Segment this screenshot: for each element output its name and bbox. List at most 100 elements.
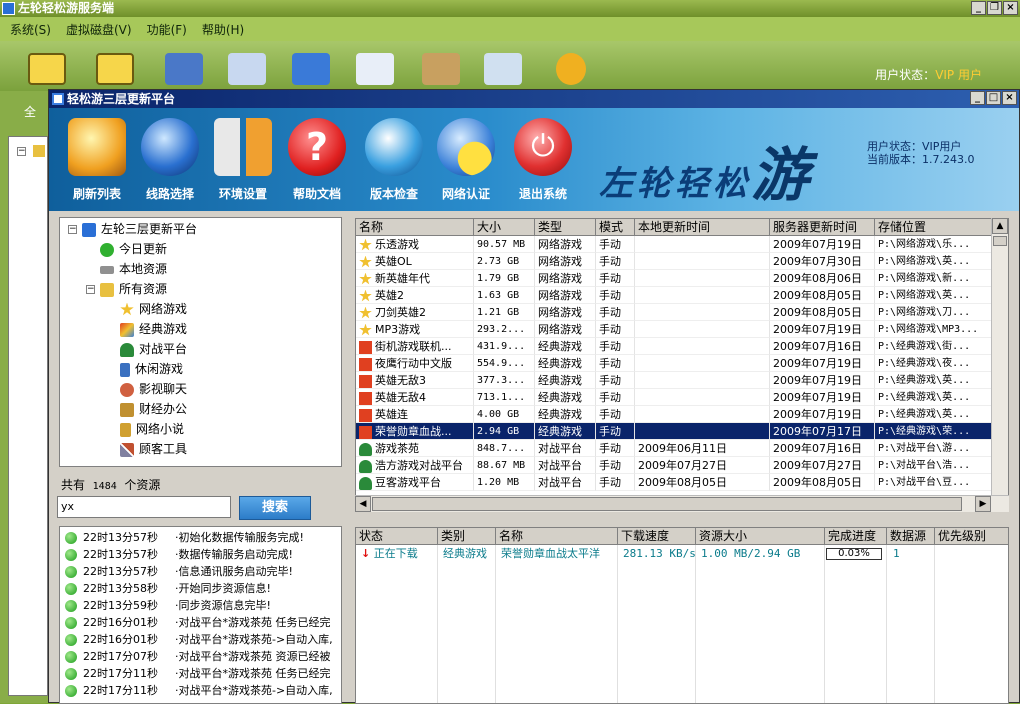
cell-text: P:\经典游戏\荣... <box>878 426 971 437</box>
tree-item-battle-platform[interactable]: 对战平台 <box>120 339 187 359</box>
tree-item-casual-games[interactable]: 休闲游戏 <box>120 359 183 379</box>
table-row[interactable]: 刀剑英雄2 1.21 GB 网络游戏 手动 2009年08月05日 P:\网络游戏\刀..… <box>356 304 993 321</box>
dl-status[interactable]: ↓ 正在下载 <box>358 546 418 562</box>
table-row[interactable]: 荣誉勋章血战... 2.94 GB 经典游戏 手动 2009年07月17日 P:\经典游戏… <box>356 423 993 440</box>
col-header-path[interactable]: 存储位置 <box>875 219 993 236</box>
dl-header-size[interactable]: 资源大小 <box>696 528 825 545</box>
search-button[interactable]: 搜索 <box>239 496 311 520</box>
network-icon[interactable] <box>484 53 522 85</box>
dl-header-name[interactable]: 名称 <box>496 528 618 545</box>
checklist-icon[interactable] <box>356 53 394 85</box>
col-header-size[interactable]: 大小 <box>474 219 535 236</box>
all-resources-expander[interactable]: − <box>86 285 95 294</box>
cell-text: 网络游戏 <box>538 289 582 302</box>
tree-root-expander[interactable]: − <box>68 225 77 234</box>
menu-help[interactable]: 帮助(H) <box>202 21 244 38</box>
scroll-up-icon[interactable]: ▲ <box>992 218 1008 234</box>
log-time: 22时17分11秒 <box>83 667 158 680</box>
dl-column-divider <box>438 545 496 703</box>
restart-icon[interactable] <box>96 53 134 85</box>
table-row[interactable]: 乐透游戏 90.57 MB 网络游戏 手动 2009年07月19日 P:\网络游戏\乐..… <box>356 236 993 253</box>
col-header-local-time[interactable]: 本地更新时间 <box>635 219 770 236</box>
tree-item-web-novels[interactable]: 网络小说 <box>120 419 184 439</box>
tree-item-classic-games[interactable]: 经典游戏 <box>120 319 187 339</box>
col-header-server-time[interactable]: 服务器更新时间 <box>770 219 875 236</box>
power-icon[interactable] <box>28 53 66 85</box>
menu-system[interactable]: 系统(S) <box>10 21 51 38</box>
restore-button[interactable]: ❐ <box>987 1 1002 15</box>
menu-virtual-disk[interactable]: 虚拟磁盘(V) <box>66 21 132 38</box>
search-input[interactable]: yx <box>57 496 231 518</box>
help-docs-button[interactable]: ? 帮助文档 <box>281 112 353 208</box>
status-ok-icon <box>65 583 77 595</box>
table-row[interactable]: 英雄无敌3 377.3... 经典游戏 手动 2009年07月19日 P:\经典游戏\英.… <box>356 372 993 389</box>
dl-header-sources[interactable]: 数据源 <box>887 528 935 545</box>
horizontal-scroll-thumb[interactable] <box>372 497 962 511</box>
col-header-mode[interactable]: 模式 <box>596 219 635 236</box>
grid-vertical-scrollbar[interactable]: ▲ <box>991 218 1008 495</box>
environment-settings-button[interactable]: 环境设置 <box>207 112 279 208</box>
cell-name: 豆客游戏平台 <box>356 474 474 491</box>
minimize-button[interactable]: _ <box>971 1 986 15</box>
dl-header-speed[interactable]: 下载速度 <box>618 528 696 545</box>
tree-item-finance-office[interactable]: 财经办公 <box>120 399 187 419</box>
dl-header-progress[interactable]: 完成进度 <box>825 528 887 545</box>
tree-root[interactable]: 左轮三层更新平台 <box>82 219 197 239</box>
outer-left-tab[interactable]: 全 <box>24 103 36 120</box>
users-icon <box>359 442 372 456</box>
table-row[interactable]: 英雄连 4.00 GB 经典游戏 手动 2009年07月19日 P:\经典游戏\英... <box>356 406 993 423</box>
tree-item-video-chat[interactable]: 影视聊天 <box>120 379 187 399</box>
tree-item-online-games[interactable]: 网络游戏 <box>120 299 187 319</box>
dl-header-category[interactable]: 类别 <box>438 528 496 545</box>
media-icon[interactable] <box>422 53 460 85</box>
menu-function[interactable]: 功能(F) <box>147 21 187 38</box>
tree-item-today-update[interactable]: 今日更新 <box>100 239 167 259</box>
cell-mode: 手动 <box>596 355 635 372</box>
scroll-left-icon[interactable]: ◀ <box>355 496 371 512</box>
table-row[interactable]: 英雄2 1.63 GB 网络游戏 手动 2009年08月05日 P:\网络游戏\英... <box>356 287 993 304</box>
scroll-right-icon[interactable]: ▶ <box>975 496 991 512</box>
outer-tree-expander[interactable]: − <box>17 147 26 156</box>
tree-item-customer-tools[interactable]: 顾客工具 <box>120 439 187 459</box>
cell-text: P:\网络游戏\乐... <box>878 239 971 250</box>
document-search-icon[interactable] <box>228 53 266 85</box>
log-row: 22时16分01秒 ·对战平台*游戏茶苑 任务已经完 <box>65 614 331 631</box>
table-row[interactable]: 英雄OL 2.73 GB 网络游戏 手动 2009年07月30日 P:\网络游戏\英... <box>356 253 993 270</box>
table-row[interactable]: 游戏茶苑 848.7... 对战平台 手动 2009年06月11日 2009年07月16日… <box>356 440 993 457</box>
route-select-button[interactable]: 线路选择 <box>134 112 206 208</box>
table-row[interactable]: 新英雄年代 1.79 GB 网络游戏 手动 2009年08月06日 P:\网络游戏\新..… <box>356 270 993 287</box>
inner-minimize-button[interactable]: _ <box>970 91 985 105</box>
table-row[interactable]: 豆客游戏平台 1.20 MB 对战平台 手动 2009年08月05日 2009年08月05… <box>356 474 993 491</box>
vertical-scroll-thumb[interactable] <box>993 236 1007 246</box>
table-row[interactable]: MP3游戏 293.2... 网络游戏 手动 2009年07月19日 P:\网络游戏\MP… <box>356 321 993 338</box>
disk-icon[interactable] <box>292 53 330 85</box>
grid-horizontal-scrollbar[interactable]: ◀ ▶ <box>355 495 1009 512</box>
log-time: 22时13分57秒 <box>83 565 158 578</box>
refresh-list-button[interactable]: 刷新列表 <box>61 112 133 208</box>
user-icon[interactable] <box>556 53 586 85</box>
cell-local <box>635 372 770 389</box>
version-check-button[interactable]: 版本检查 <box>358 112 430 208</box>
table-row[interactable]: 街机游戏联机... 431.9... 经典游戏 手动 2009年07月16日 P:\经典游… <box>356 338 993 355</box>
dl-header-status[interactable]: 状态 <box>356 528 438 545</box>
cell-size: 2.73 GB <box>474 253 535 270</box>
close-button[interactable]: × <box>1003 1 1018 15</box>
col-header-name[interactable]: 名称 <box>356 219 474 236</box>
cell-text: 英雄无敌4 <box>375 391 426 404</box>
cell-text: 手动 <box>599 408 621 421</box>
dl-header-priority[interactable]: 优先级别 <box>935 528 1008 545</box>
network-auth-button[interactable]: 网络认证 <box>430 112 502 208</box>
cell-mode: 手动 <box>596 236 635 253</box>
inner-close-button[interactable]: × <box>1002 91 1017 105</box>
cell-path: P:\对战平台\浩... <box>875 457 993 474</box>
tree-item-all-resources[interactable]: 所有资源 <box>100 279 167 299</box>
inner-maximize-button[interactable]: □ <box>986 91 1001 105</box>
col-header-type[interactable]: 类型 <box>535 219 596 236</box>
exit-system-button[interactable]: ⏻ 退出系统 <box>507 112 579 208</box>
table-row[interactable]: 夜鹰行动中文版 554.9... 经典游戏 手动 2009年07月19日 P:\经典游戏\… <box>356 355 993 372</box>
table-row[interactable]: 英雄无敌4 713.1... 经典游戏 手动 2009年07月19日 P:\经典游戏\英.… <box>356 389 993 406</box>
books-icon[interactable] <box>165 53 203 85</box>
tree-item-local-resources[interactable]: 本地资源 <box>100 259 167 279</box>
cell-local <box>635 355 770 372</box>
table-row[interactable]: 浩方游戏对战平台 88.67 MB 对战平台 手动 2009年07月27日 2009年07… <box>356 457 993 474</box>
